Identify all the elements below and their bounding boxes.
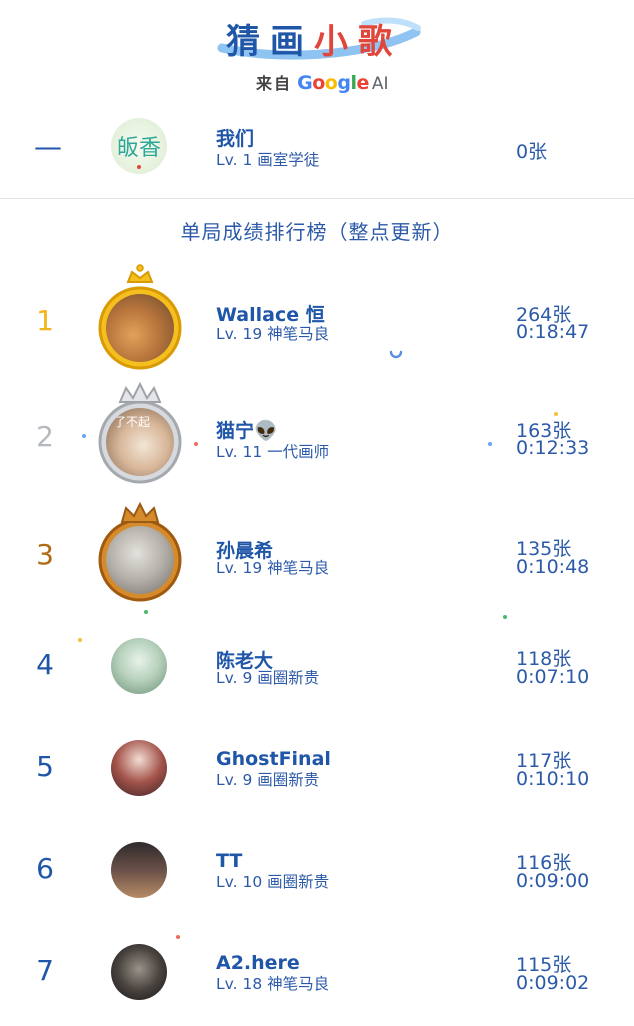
confetti-dot (78, 638, 82, 642)
svg-text:了不起: 了不起 (114, 415, 150, 429)
leaderboard-row-1[interactable]: 1 Wallace 恒 Lv. 19 神笔马良 264张 0:18:47 (0, 264, 634, 370)
player-level: Lv. 19 神笔马良 (216, 559, 330, 577)
avatar-drawing-icon: 皈香 (117, 136, 161, 169)
player-avatar (111, 842, 167, 898)
play-time: 0:10:10 (516, 768, 590, 790)
play-time: 0:09:02 (516, 972, 590, 994)
from-label: 来自 (256, 74, 293, 93)
player-level: Lv. 10 画圈新贵 (216, 873, 330, 891)
player-level: Lv. 9 画圈新贵 (216, 771, 320, 789)
rank-number: 2 (36, 420, 54, 453)
leaderboard-row-3[interactable]: 3 孙晨希 Lv. 19 神笔马良 135张 0:10:48 (0, 500, 634, 602)
my-name: 我们 (216, 128, 255, 150)
player-level: Lv. 18 神笔马良 (216, 975, 330, 993)
avatar-bronze-frame (96, 494, 184, 604)
player-avatar (111, 740, 167, 796)
rank-number: 5 (36, 750, 54, 783)
rank-number: 1 (36, 304, 54, 337)
player-avatar (111, 638, 167, 694)
confetti-dot (554, 412, 558, 416)
app-title-part2: 小歌 (314, 22, 402, 62)
leaderboard-row-5[interactable]: 5 GhostFinal Lv. 9 画圈新贵 117张 0:10:10 (0, 722, 634, 822)
player-name: 猫宁👽 (216, 420, 278, 442)
my-rank-row[interactable]: — 皈香 我们 Lv. 1 画室学徒 0张 (0, 100, 634, 200)
play-time: 0:12:33 (516, 437, 590, 459)
my-avatar: 皈香 (96, 100, 184, 210)
divider (0, 198, 634, 199)
player-name: TT (216, 850, 243, 872)
leaderboard-row-6[interactable]: 6 TT Lv. 10 画圈新贵 116张 0:09:00 (0, 824, 634, 924)
player-level: Lv. 19 神笔马良 (216, 325, 330, 343)
player-name: A2.here (216, 952, 300, 974)
avatar-caption-icon: 了不起 (114, 415, 150, 429)
from-google-ai: 来自 Google AI (256, 70, 389, 94)
confetti-dot (503, 615, 507, 619)
confetti-dot (144, 610, 148, 614)
avatar-gold-frame (96, 262, 184, 372)
app-header: 猜画小歌 来自 Google AI (0, 0, 634, 100)
play-time: 0:09:00 (516, 870, 590, 892)
app-title: 猜画小歌 (226, 14, 402, 63)
leaderboard-row-4[interactable]: 4 陈老大 Lv. 9 画圈新贵 118张 0:07:10 (0, 620, 634, 720)
loading-spinner-icon (389, 350, 403, 359)
rank-number: 4 (36, 648, 54, 681)
player-level: Lv. 11 一代画师 (216, 443, 330, 461)
app-title-part1: 猜画 (226, 22, 314, 62)
player-avatar (111, 944, 167, 1000)
my-level: Lv. 1 画室学徒 (216, 151, 320, 169)
brand-suffix: AI (371, 74, 389, 94)
avatar-silver-frame: 了不起 (96, 376, 184, 486)
google-brand: Google (297, 72, 369, 94)
play-time: 0:18:47 (516, 321, 590, 343)
rank-number: 3 (36, 538, 54, 571)
app-logo: 猜画小歌 (214, 8, 424, 64)
my-rank: — (34, 130, 62, 163)
confetti-dot (176, 935, 180, 939)
play-time: 0:10:48 (516, 556, 590, 578)
my-count: 0张 (516, 141, 548, 163)
confetti-dot (194, 442, 198, 446)
rank-number: 7 (36, 954, 54, 987)
leaderboard-row-7[interactable]: 7 A2.here Lv. 18 神笔马良 115张 0:09:02 (0, 926, 634, 1026)
player-name: GhostFinal (216, 748, 331, 770)
leaderboard-row-2[interactable]: 2 了不起 猫宁👽 Lv. 11 一代画师 163张 0:12:33 (0, 376, 634, 484)
confetti-dot (82, 434, 86, 438)
leaderboard-title: 单局成绩排行榜（整点更新） (180, 220, 454, 244)
svg-text:皈香: 皈香 (117, 136, 161, 161)
player-level: Lv. 9 画圈新贵 (216, 669, 320, 687)
confetti-dot (488, 442, 492, 446)
rank-number: 6 (36, 852, 54, 885)
play-time: 0:07:10 (516, 666, 590, 688)
